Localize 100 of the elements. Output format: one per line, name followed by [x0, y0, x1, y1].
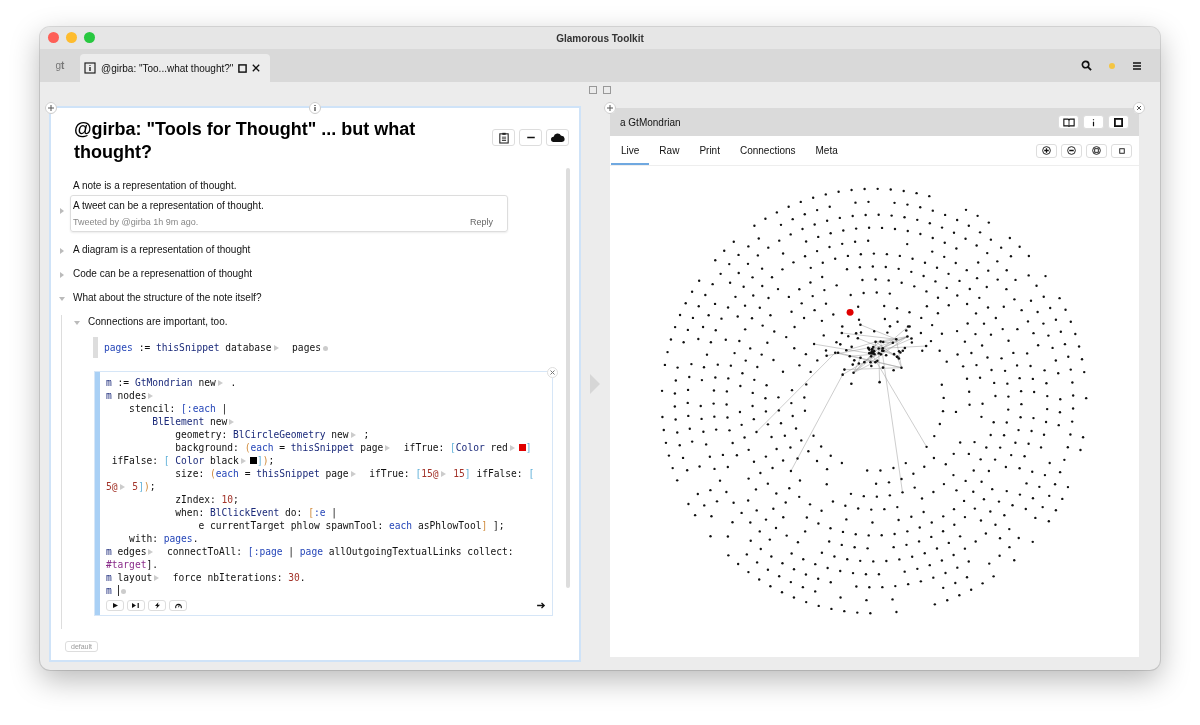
note-text: Connections are important, too.	[88, 315, 229, 328]
dot-icon	[120, 589, 126, 594]
code-snippet[interactable]: pages := thisSnippet database pages	[93, 337, 550, 358]
code-text: zIndex:	[174, 494, 217, 505]
search-icon[interactable]	[1081, 60, 1092, 71]
minus-circle-icon	[1067, 146, 1076, 155]
reply-link[interactable]: Reply	[470, 217, 493, 227]
code-text: [:each	[181, 403, 216, 414]
code-text: each	[389, 520, 413, 531]
code-text: when:	[174, 507, 206, 518]
code-text: asPhlowTool	[416, 520, 482, 531]
view-tab[interactable]: Meta	[805, 136, 848, 165]
fit-button[interactable]	[1086, 143, 1107, 158]
code-text: each	[215, 468, 239, 479]
expanded-triangle-icon[interactable]	[59, 296, 65, 302]
square-icon	[1114, 117, 1123, 127]
expanded-triangle-icon[interactable]	[74, 320, 80, 326]
code-text: ifFalse:	[475, 468, 524, 479]
maximize-button[interactable]	[1108, 115, 1129, 129]
collapsed-triangle-icon[interactable]	[59, 248, 65, 254]
view-tab[interactable]: Live	[611, 136, 650, 165]
add-button[interactable]	[604, 102, 616, 114]
note-text: A note is a representation of thought.	[73, 179, 238, 192]
code-text: |	[220, 403, 228, 414]
zoom-in-button[interactable]	[1036, 143, 1057, 158]
info-icon	[84, 62, 96, 74]
code-text: )	[262, 455, 269, 466]
info-button[interactable]	[309, 102, 321, 114]
code-text: =	[243, 468, 252, 479]
code-text: ;	[362, 429, 370, 440]
view-tab[interactable]: Connections	[729, 136, 806, 165]
collapsed-triangle-icon[interactable]	[59, 272, 65, 278]
code-text: ]	[525, 442, 532, 453]
inspect-button[interactable]	[127, 600, 145, 611]
arrow-icon[interactable]	[537, 602, 546, 609]
code-text: ]	[464, 468, 471, 479]
code-text: #target	[106, 559, 147, 570]
scrollbar[interactable]	[566, 168, 570, 588]
book-button[interactable]	[1058, 115, 1079, 129]
code-text: 5@	[106, 481, 118, 492]
minimize-button[interactable]	[66, 32, 77, 43]
minus-icon	[526, 136, 535, 139]
code-text: BlElement	[151, 416, 205, 427]
debug-button[interactable]	[148, 600, 166, 611]
code-text: do:	[284, 507, 304, 518]
maximize-icon[interactable]	[238, 63, 248, 73]
code-text: ]	[138, 481, 144, 492]
view-tab[interactable]: Print	[689, 136, 730, 165]
note-text: What about the structure of the note itself?	[73, 291, 263, 304]
code-text: :=	[137, 342, 152, 353]
code-text: new	[208, 416, 228, 427]
code-text: black	[209, 455, 239, 466]
zoom-button[interactable]	[84, 32, 95, 43]
zoom-out-button[interactable]	[1061, 143, 1082, 158]
fit-icon	[1092, 146, 1101, 155]
close-button[interactable]	[1133, 102, 1145, 114]
code-text: 5	[131, 481, 139, 492]
page-tab[interactable]: @girba: "Too...what thought?"	[80, 54, 271, 82]
menu-icon[interactable]	[1132, 60, 1142, 71]
view-tab[interactable]: Raw	[649, 136, 690, 165]
add-button[interactable]	[45, 102, 57, 114]
cloud-button[interactable]	[546, 129, 569, 146]
code-text: thisSnippet	[256, 468, 320, 479]
code-snippet[interactable]	[95, 372, 552, 615]
code-text: size:	[174, 468, 206, 479]
code-text: 30	[288, 572, 300, 583]
code-text: force nbIterations:	[171, 572, 284, 583]
code-text: e currentTarget phlow spawnTool:	[197, 520, 385, 531]
code-text: [	[528, 468, 535, 479]
book-icon	[1062, 117, 1075, 127]
code-text: with:	[128, 533, 159, 544]
code-text: stencil:	[128, 403, 177, 414]
tweet-meta: Tweeted by @girba 1h 9m ago.	[73, 217, 199, 227]
code-text: page	[359, 442, 384, 453]
profile-button[interactable]	[169, 600, 187, 611]
actual-size-button[interactable]	[1111, 143, 1132, 158]
code-text: m	[106, 546, 112, 557]
code-text: red	[489, 442, 508, 453]
code-text: nodes	[116, 390, 147, 401]
collapsed-triangle-icon[interactable]	[59, 208, 65, 214]
close-icon[interactable]	[252, 64, 261, 72]
clipboard-icon	[498, 131, 509, 144]
code-text: pages	[163, 533, 193, 544]
code-text: new	[197, 377, 216, 388]
code-text: thisSnippet	[290, 442, 355, 453]
lightning-icon	[154, 602, 160, 609]
code-text: ifFalse:	[110, 455, 159, 466]
note-text: Code can be a represenattion of thought	[73, 267, 254, 280]
run-button[interactable]	[106, 600, 124, 611]
code-text: .	[299, 572, 306, 583]
clipboard-button[interactable]	[492, 129, 515, 146]
graph-drawing[interactable]	[660, 187, 1088, 615]
code-text: Color	[175, 455, 205, 466]
code-text: [	[415, 468, 422, 479]
code-text: BlClickEvent	[209, 507, 280, 518]
code-text: |	[330, 507, 338, 518]
code-text: allOutgoingTextualLinks collect:	[327, 546, 514, 557]
code-text: new	[330, 429, 349, 440]
gauge-icon	[174, 602, 182, 609]
code-text: pages	[104, 342, 133, 353]
